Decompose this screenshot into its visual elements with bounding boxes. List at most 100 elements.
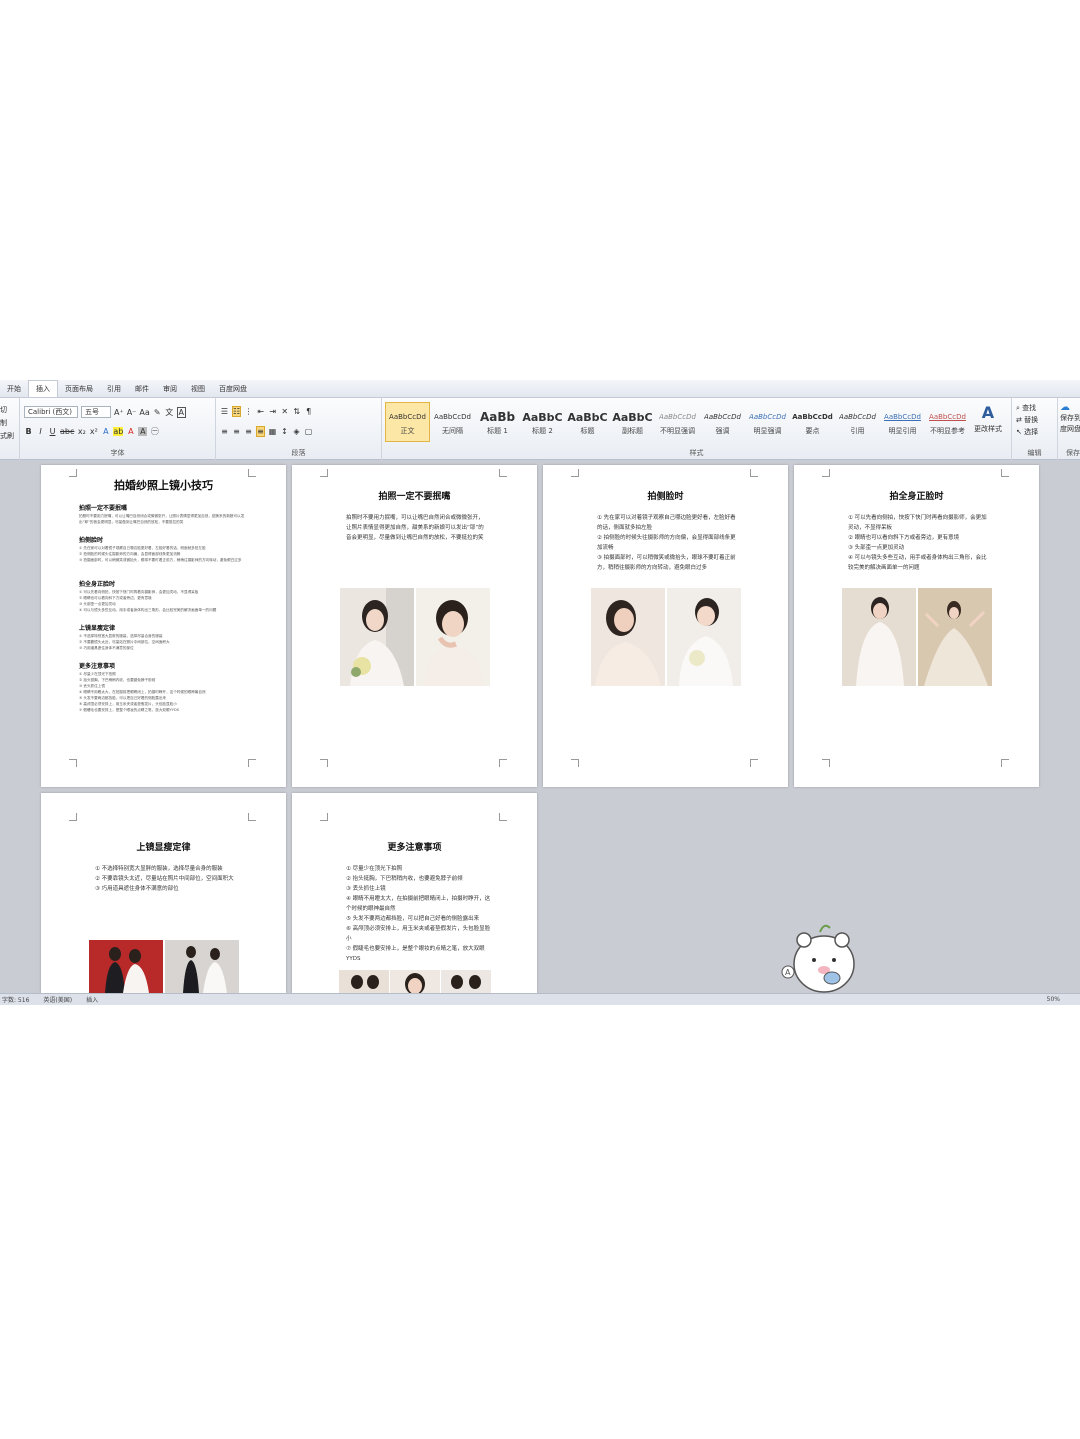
- crop-mark: [320, 759, 328, 767]
- page-1[interactable]: 拍婚纱照上镜小技巧 拍照一定不要抿嘴 拍照时不要用力抿嘴，可以让嘴巴自然闭合或微…: [41, 465, 286, 787]
- italic-icon[interactable]: I: [36, 427, 45, 436]
- char-shading-icon[interactable]: A: [138, 427, 148, 436]
- bold-icon[interactable]: B: [24, 427, 33, 436]
- page-heading: 拍侧脸时: [647, 492, 684, 502]
- align-left-icon[interactable]: ≡: [220, 427, 229, 436]
- copy-button[interactable]: 制: [0, 417, 14, 430]
- justify-icon[interactable]: ≡: [256, 426, 265, 437]
- change-case-icon[interactable]: Aa: [139, 408, 149, 417]
- phonetic-guide-icon[interactable]: 文: [165, 407, 174, 418]
- distributed-icon[interactable]: ▦: [268, 427, 277, 436]
- style-subtitle[interactable]: AaBbC 副标题: [610, 402, 655, 442]
- font-size-select[interactable]: 五号: [81, 406, 111, 418]
- select-button[interactable]: ↖ 选择: [1016, 426, 1038, 438]
- list-item: ③ 头部歪一点更加灵动: [848, 545, 905, 551]
- style-intense-emphasis[interactable]: AaBbCcDd 明显强调: [745, 402, 790, 442]
- style-emphasis[interactable]: AaBbCcDd 强调: [700, 402, 745, 442]
- show-marks-icon[interactable]: ¶: [304, 407, 313, 416]
- tab-baidu-netdisk[interactable]: 百度网盘: [212, 384, 254, 394]
- clear-format-icon[interactable]: ✎: [153, 408, 162, 417]
- style-heading-2[interactable]: AaBbC 标题 2: [520, 402, 565, 442]
- page-3[interactable]: 拍侧脸时 ① 先在家可以对着镜子观察自己哪边脸更好看，左脸好看的话，侧面就多拍左…: [543, 465, 788, 787]
- highlight-icon[interactable]: ab: [113, 427, 124, 436]
- insert-mode[interactable]: 插入: [86, 995, 98, 1004]
- zoom-level[interactable]: 50%: [1047, 996, 1060, 1003]
- enclose-char-icon[interactable]: ㊀: [150, 426, 159, 437]
- tab-references[interactable]: 引用: [100, 384, 128, 394]
- list-item: ① 先在家可以对着镜子观察自己哪边脸更好看，左脸好看的话，侧面就多拍左脸: [597, 515, 736, 531]
- shrink-font-icon[interactable]: A⁻: [127, 408, 137, 417]
- style-subtle-emphasis[interactable]: AaBbCcDd 不明显强调: [655, 402, 700, 442]
- tab-home[interactable]: 开始: [0, 384, 28, 394]
- save-to-netdisk-button[interactable]: ☁ 保存到 度网盘: [1060, 402, 1080, 435]
- page-4[interactable]: 拍全身正脸时 ① 可以先看向侧拍，快按下快门时再看向摄影师，会更加灵动，不显得呆…: [794, 465, 1039, 787]
- style-subtle-reference[interactable]: AaBbCcDd 不明显参考: [925, 402, 970, 442]
- font-name-select[interactable]: Calibri (西文): [24, 406, 78, 418]
- page-6[interactable]: 更多注意事项 ① 尽量少在顶光下拍照 ② 抬头挺胸，下巴稍稍内收，也要避免脖子前…: [292, 793, 537, 993]
- list-item: ④ 可以与镜头多些互动，用手或者身体构出三角形，会比较完美的解决画面单一的问题: [848, 555, 987, 571]
- list-item: ③ 拍摄面部时，可以稍微笑或微抬头，眼球不要盯着正前方，稍稍往摄影师的方向转动，…: [597, 555, 736, 571]
- style-quote[interactable]: AaBbCcDd 引用: [835, 402, 880, 442]
- language-indicator[interactable]: 英语(美国): [43, 995, 72, 1004]
- crop-mark: [248, 813, 256, 821]
- save-group: ☁ 保存到 度网盘 保存: [1058, 398, 1080, 460]
- subscript-icon[interactable]: x₂: [77, 427, 86, 436]
- style-title[interactable]: AaBbC 标题: [565, 402, 610, 442]
- tips-list: ① 不选择特别宽大显胖的服装，选择尽量合身的服装 ② 不要靠镜头太近，尽量站在照…: [95, 864, 235, 894]
- style-heading-1[interactable]: AaBb 标题 1: [475, 402, 520, 442]
- list-item: ② 眼睛也可以看向斜下方或者旁边，更有意境: [848, 535, 960, 541]
- shading-icon[interactable]: ◈: [292, 427, 301, 436]
- cut-button[interactable]: 切: [0, 404, 14, 417]
- word-count[interactable]: 字数: 516: [2, 995, 29, 1004]
- tab-mailings[interactable]: 邮件: [128, 384, 156, 394]
- decrease-indent-icon[interactable]: ⇤: [256, 407, 265, 416]
- tab-insert[interactable]: 插入: [28, 380, 58, 397]
- style-normal[interactable]: AaBbCcDd 正文: [385, 402, 430, 442]
- list-item: ① 可以先看向侧拍，快按下快门时再看向摄影师，会更加灵动，不显得呆板: [848, 515, 987, 531]
- paragraph-group: ☰ ☷ ⋮ ⇤ ⇥ ✕ ⇅ ¶ ≡ ≡ ≡ ≡ ▦ ↕ ◈ ▢ 段落: [216, 398, 382, 460]
- style-strong[interactable]: AaBbCcDd 要点: [790, 402, 835, 442]
- page-5[interactable]: 上镜显瘦定律 ① 不选择特别宽大显胖的服装，选择尽量合身的服装 ② 不要靠镜头太…: [41, 793, 286, 993]
- style-no-spacing[interactable]: AaBbCcDd 无间隔: [430, 402, 475, 442]
- toc-section-3: 拍全身正脸时: [79, 581, 116, 588]
- crop-mark: [750, 759, 758, 767]
- tab-view[interactable]: 视图: [184, 384, 212, 394]
- crop-mark: [571, 469, 579, 477]
- strikethrough-icon[interactable]: abc: [60, 427, 74, 436]
- format-painter-button[interactable]: 式刷: [0, 430, 14, 443]
- grow-font-icon[interactable]: A⁺: [114, 408, 124, 417]
- superscript-icon[interactable]: x²: [89, 427, 98, 436]
- cloud-icon: ☁: [1060, 402, 1070, 413]
- crop-mark: [750, 469, 758, 477]
- style-intense-quote[interactable]: AaBbCcDd 明显引用: [880, 402, 925, 442]
- page-2[interactable]: 拍照一定不要抿嘴 拍照时不要用力抿嘴，可以让嘴巴自然闭合或微微张开，让照片表情显…: [292, 465, 537, 787]
- numbering-icon[interactable]: ☷: [232, 406, 242, 417]
- tab-review[interactable]: 审阅: [156, 384, 184, 394]
- replace-button[interactable]: ⇄ 替换: [1016, 414, 1038, 426]
- list-item: ② 不要靠镜头太近，尽量站在照片中间部位，空间面积大: [95, 876, 234, 882]
- align-center-icon[interactable]: ≡: [232, 427, 241, 436]
- increase-indent-icon[interactable]: ⇥: [268, 407, 277, 416]
- sort-icon[interactable]: ⇅: [292, 407, 301, 416]
- font-color-icon[interactable]: A: [126, 427, 135, 436]
- editing-group-label: 编辑: [1027, 449, 1042, 457]
- change-styles-button[interactable]: A 更改样式: [970, 402, 1006, 446]
- align-right-icon[interactable]: ≡: [244, 427, 253, 436]
- find-button[interactable]: ⌕ 查找: [1016, 402, 1038, 414]
- char-border-icon[interactable]: A: [176, 406, 186, 418]
- chinese-layout-icon[interactable]: ✕: [280, 407, 289, 416]
- crop-mark: [69, 759, 77, 767]
- font-group-label: 字体: [110, 449, 125, 457]
- text-effect-icon[interactable]: A: [101, 427, 110, 436]
- bride-photo-3: [591, 588, 665, 686]
- multilevel-list-icon[interactable]: ⋮: [244, 407, 253, 416]
- line-spacing-icon[interactable]: ↕: [280, 427, 289, 436]
- bullets-icon[interactable]: ☰: [220, 407, 229, 416]
- crop-mark: [248, 469, 256, 477]
- borders-icon[interactable]: ▢: [304, 427, 313, 436]
- status-bar: 字数: 516 英语(美国) 插入 50%: [0, 993, 1080, 1005]
- page-heading: 拍全身正脸时: [889, 492, 944, 502]
- list-item: ⑦ 假睫毛也要安排上，是整个眼妆的点睛之笔，放大双眼YYDS: [346, 946, 485, 962]
- tab-page-layout[interactable]: 页面布局: [58, 384, 100, 394]
- underline-icon[interactable]: U: [48, 427, 57, 436]
